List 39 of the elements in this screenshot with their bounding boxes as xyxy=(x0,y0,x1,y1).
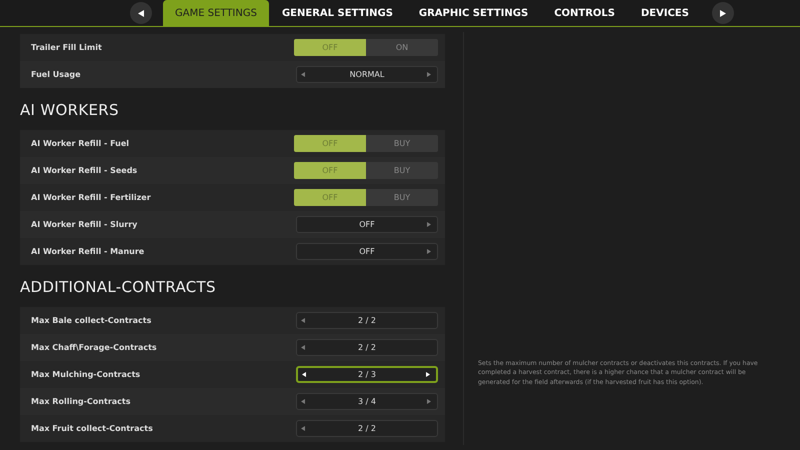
section-heading: AI WORKERS xyxy=(20,100,120,121)
setting-label: Max Rolling-Contracts xyxy=(31,397,130,406)
selector-value: 2 / 2 xyxy=(357,343,377,352)
setting-label: Fuel Usage xyxy=(31,70,81,79)
option-selector[interactable]: 2 / 2 xyxy=(296,420,438,437)
left-arrow-icon xyxy=(138,10,144,16)
tab[interactable]: GENERAL SETTINGS xyxy=(268,0,406,26)
section-heading: ADDITIONAL-CONTRACTS xyxy=(20,277,217,298)
selector-value: NORMAL xyxy=(348,70,386,79)
tab[interactable]: GRAPHIC SETTINGS xyxy=(406,0,542,26)
option-selector[interactable]: 2 / 2 xyxy=(296,312,438,329)
right-arrow-icon[interactable] xyxy=(426,372,430,377)
tab[interactable]: GAME SETTINGS xyxy=(163,0,269,26)
left-arrow-icon[interactable] xyxy=(302,372,306,377)
option-selector[interactable]: OFF xyxy=(296,243,438,260)
setting-label: Trailer Fill Limit xyxy=(31,43,102,52)
setting-label: Max Fruit collect-Contracts xyxy=(31,424,153,433)
setting-label: AI Worker Refill - Fertilizer xyxy=(31,193,151,202)
setting-label: Max Bale collect-Contracts xyxy=(31,316,152,325)
setting-label: AI Worker Refill - Manure xyxy=(31,247,144,256)
option-selector[interactable]: 2 / 3 xyxy=(296,366,438,383)
selector-value: OFF xyxy=(358,247,376,256)
right-arrow-icon xyxy=(720,10,726,16)
selector-value: 2 / 2 xyxy=(357,316,377,325)
previous-button[interactable] xyxy=(130,2,152,24)
selector-value: 2 / 2 xyxy=(357,424,377,433)
tab[interactable]: DEVICES xyxy=(628,0,702,26)
setting-label: AI Worker Refill - Seeds xyxy=(31,166,138,175)
setting-label: Max Mulching-Contracts xyxy=(31,370,140,379)
setting-label: AI Worker Refill - Fuel xyxy=(31,139,130,148)
setting-label: Max Chaff\Forage-Contracts xyxy=(31,343,157,352)
setting-label: AI Worker Refill - Slurry xyxy=(31,220,138,229)
tab[interactable]: CONTROLS xyxy=(541,0,628,26)
selector-value: 2 / 3 xyxy=(357,370,377,379)
option-selector[interactable]: OFF xyxy=(296,216,438,233)
selector-value: 3 / 4 xyxy=(357,397,377,406)
next-button[interactable] xyxy=(712,2,734,24)
option-selector[interactable]: 2 / 2 xyxy=(296,339,438,356)
selector-value: OFF xyxy=(358,220,376,229)
